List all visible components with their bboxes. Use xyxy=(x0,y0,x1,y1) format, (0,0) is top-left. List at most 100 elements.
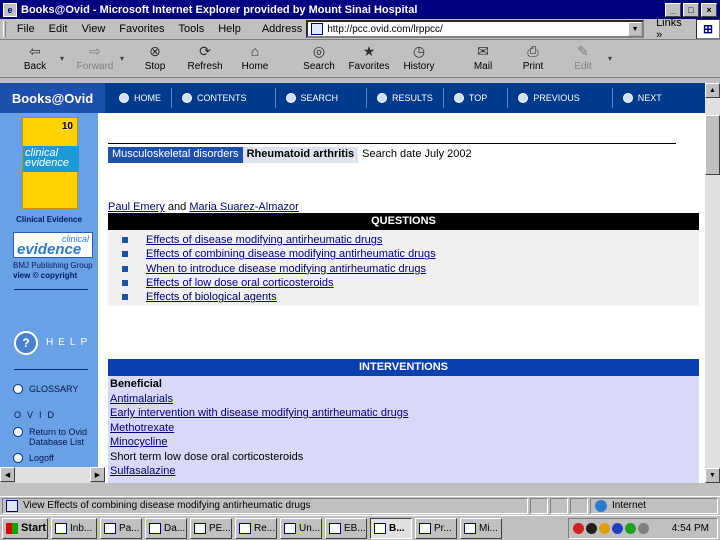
books-at-ovid-logo[interactable]: Books@Ovid xyxy=(0,83,105,113)
clinical-evidence-logo[interactable]: clinical evidence xyxy=(13,232,93,258)
question-link[interactable]: Effects of biological agents xyxy=(146,291,277,303)
taskbar-item[interactable]: Mi... xyxy=(460,517,502,539)
taskbar-item[interactable]: PE... xyxy=(190,517,232,539)
mail-button[interactable]: ✉ Mail xyxy=(458,40,508,73)
task-label: Pr... xyxy=(434,522,452,534)
taskbar-item[interactable]: Pr... xyxy=(415,517,457,539)
author-link[interactable]: Paul Emery xyxy=(108,201,165,213)
sidebar-divider xyxy=(14,289,88,290)
forward-button[interactable]: ⇨ Forward xyxy=(70,40,120,73)
intervention-link[interactable]: Antimalarials xyxy=(110,393,173,405)
question-link[interactable]: When to introduce disease modifying anti… xyxy=(146,263,426,275)
tray-app-icon[interactable] xyxy=(599,522,610,534)
address-input[interactable]: http://pcc.ovid.com/lrppcc/ xyxy=(327,24,628,35)
minimize-button[interactable]: _ xyxy=(665,2,681,17)
list-item: Early intervention with disease modifyin… xyxy=(110,407,699,422)
sidebar-horizontal-scrollbar[interactable]: ◀ ▶ xyxy=(0,467,105,483)
help-icon[interactable]: ? xyxy=(14,331,38,355)
menu-tools[interactable]: Tools xyxy=(172,23,212,35)
menu-edit[interactable]: Edit xyxy=(42,23,75,35)
logoff-link[interactable]: Logoff xyxy=(13,453,54,463)
maximize-button[interactable]: □ xyxy=(683,2,699,17)
intervention-link[interactable]: Methotrexate xyxy=(110,422,174,434)
nav-results[interactable]: RESULTS xyxy=(367,88,444,108)
scroll-track[interactable] xyxy=(15,467,90,483)
links-button[interactable]: Links » xyxy=(656,17,688,41)
help-link[interactable]: HELP xyxy=(46,337,92,348)
edit-button[interactable]: ✎ Edit xyxy=(558,40,608,73)
page-vertical-scrollbar[interactable]: ▲ ▼ xyxy=(705,83,720,483)
intervention-link[interactable]: Early intervention with disease modifyin… xyxy=(110,407,408,419)
refresh-button[interactable]: ⟳ Refresh xyxy=(180,40,230,73)
history-label: History xyxy=(403,61,435,72)
nav-top[interactable]: TOP xyxy=(444,88,509,108)
author-and: and xyxy=(167,201,187,213)
author-link[interactable]: Maria Suarez-Almazor xyxy=(189,201,298,213)
breadcrumb-topic[interactable]: Rheumatoid arthritis xyxy=(242,147,359,163)
taskbar-item[interactable]: Un... xyxy=(280,517,322,539)
stop-button[interactable]: ⊗ Stop xyxy=(130,40,180,73)
cover-title: clinical evidence xyxy=(23,146,79,172)
status-panel xyxy=(570,497,588,514)
interventions-list: Beneficial Antimalarials Early intervent… xyxy=(108,376,699,483)
close-button[interactable]: × xyxy=(701,2,717,17)
scroll-down-icon[interactable]: ▼ xyxy=(705,468,720,483)
menu-view[interactable]: View xyxy=(75,23,113,35)
scroll-up-icon[interactable]: ▲ xyxy=(705,83,720,98)
home-button[interactable]: ⌂ Home xyxy=(230,40,280,72)
print-button[interactable]: ⎙ Print xyxy=(508,40,558,73)
return-to-ovid-link[interactable]: Return to Ovid Database List xyxy=(13,427,87,447)
back-dropdown-icon[interactable]: ▾ xyxy=(60,40,70,63)
taskbar-clock[interactable]: 4:54 PM xyxy=(672,523,709,534)
nav-previous[interactable]: PREVIOUS xyxy=(508,88,613,108)
question-link[interactable]: Effects of disease modifying antirheumat… xyxy=(146,234,382,246)
windows-logo-icon: ⊞ xyxy=(696,19,720,39)
print-icon: ⎙ xyxy=(527,42,539,59)
address-bar[interactable]: http://pcc.ovid.com/lrppcc/ ▼ xyxy=(306,20,645,38)
intervention-link[interactable]: Sulfasalazine xyxy=(110,465,175,477)
home-label: Home xyxy=(241,61,269,72)
scroll-thumb[interactable] xyxy=(705,115,720,175)
tray-app-icon[interactable] xyxy=(625,522,636,534)
task-label: Pa... xyxy=(119,522,140,534)
intervention-link[interactable]: Minocycline xyxy=(110,436,167,448)
scroll-right-icon[interactable]: ▶ xyxy=(90,467,105,482)
nav-next[interactable]: NEXT xyxy=(613,88,672,108)
menu-file[interactable]: File xyxy=(10,23,42,35)
volume-icon[interactable] xyxy=(638,522,649,534)
history-button[interactable]: ◷ History xyxy=(394,40,444,73)
start-button[interactable]: Start xyxy=(2,517,48,539)
search-button[interactable]: ◎ Search xyxy=(294,40,344,73)
mail-icon: ✉ xyxy=(477,42,489,59)
forward-dropdown-icon[interactable]: ▾ xyxy=(120,40,130,63)
tray-app-icon[interactable] xyxy=(573,522,584,534)
breadcrumb-section[interactable]: Musculoskeletal disorders xyxy=(108,147,243,163)
home-icon: ⌂ xyxy=(250,43,260,59)
book-cover-image[interactable]: 10 clinical evidence xyxy=(22,117,79,209)
question-link[interactable]: Effects of low dose oral corticosteroids xyxy=(146,277,334,289)
address-dropdown-icon[interactable]: ▼ xyxy=(628,22,643,36)
taskbar-item[interactable]: EB... xyxy=(325,517,367,539)
taskbar-item[interactable]: Re... xyxy=(235,517,277,539)
menu-help[interactable]: Help xyxy=(211,23,248,35)
taskbar-item-inbox[interactable]: Inb... xyxy=(51,517,97,539)
view-copyright-link[interactable]: view © copyright xyxy=(13,271,98,280)
return-bullet-icon xyxy=(13,427,23,437)
glossary-link[interactable]: GLOSSARY xyxy=(13,384,78,394)
nav-contents[interactable]: CONTENTS xyxy=(172,88,276,108)
tray-app-icon[interactable] xyxy=(612,522,623,534)
favorites-button[interactable]: ★ Favorites xyxy=(344,40,394,73)
taskbar-item-active[interactable]: B... xyxy=(370,517,412,539)
taskbar-item[interactable]: Da... xyxy=(145,517,187,539)
nav-search[interactable]: SEARCH xyxy=(276,88,368,108)
scroll-left-icon[interactable]: ◀ xyxy=(0,467,15,482)
list-item: Methotrexate xyxy=(110,422,699,437)
menu-favorites[interactable]: Favorites xyxy=(112,23,171,35)
nav-home[interactable]: HOME xyxy=(109,88,172,108)
back-button[interactable]: ⇦ Back xyxy=(10,40,60,73)
ie-app-icon[interactable]: e xyxy=(3,2,17,17)
edit-dropdown-icon[interactable]: ▾ xyxy=(608,40,618,63)
tray-app-icon[interactable] xyxy=(586,522,597,534)
question-link[interactable]: Effects of combining disease modifying a… xyxy=(146,248,436,260)
taskbar-item[interactable]: Pa... xyxy=(100,517,142,539)
